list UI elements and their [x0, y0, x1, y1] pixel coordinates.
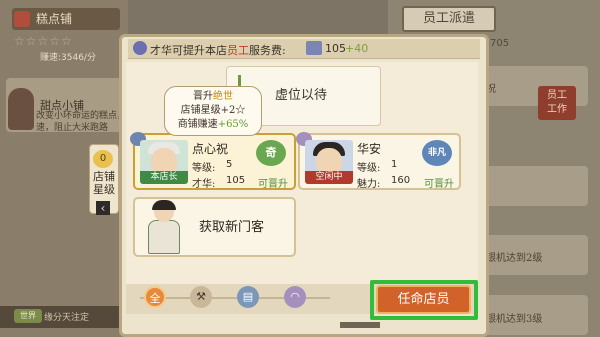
charm-value: 160 [391, 175, 411, 186]
level-value: 1 [391, 159, 398, 170]
staff-name: 华安 [357, 142, 382, 156]
story-text: 改变小环命运的糕点， 速，阻止大米跑路 [36, 111, 127, 133]
talent-label: 才华: [192, 179, 216, 190]
scroll-icon[interactable]: ▤ [237, 286, 259, 308]
star-level-badge: 0 [93, 150, 113, 168]
shop-earn-speed: 赚速:3546/分 [40, 53, 96, 63]
hammer-icon[interactable]: ⚒ [190, 286, 212, 308]
talent-hint: 才华可提升本店员工服务费: [150, 44, 286, 57]
tooltip-line-rank: 晋升绝世 [193, 91, 233, 102]
book-icon [306, 41, 322, 55]
promotion-tooltip: 晋升绝世 店铺星级+2☆ 商铺赚速+65% [164, 86, 262, 136]
worker-button[interactable]: 员工 工作 [538, 86, 576, 120]
dispatch-title: 员工派遣 [402, 6, 496, 32]
chat-channel-tag: 世界 [14, 309, 42, 323]
status-tag: 空闲中 [305, 171, 353, 184]
level-value: 5 [226, 159, 233, 170]
info-icon [133, 41, 147, 55]
avatar: 本店长 [140, 140, 188, 184]
filter-all-button[interactable]: 全 [144, 286, 166, 308]
guest-figure [142, 200, 186, 260]
chevron-left-icon[interactable]: ‹ [96, 201, 110, 215]
tooltip-line-stars: 店铺星级+2☆ [180, 105, 246, 116]
vacant-slot-label: 虚位以待 [275, 88, 328, 103]
character-portrait [8, 88, 34, 130]
promotable-label[interactable]: 可晋升 [258, 175, 288, 190]
level-label: 等级: [357, 163, 381, 174]
level-label: 等级: [192, 163, 216, 174]
service-fee-value: 105 [325, 42, 346, 55]
role-tag: 本店长 [140, 171, 188, 184]
charm-label: 魅力: [357, 179, 381, 190]
figure-body [148, 220, 180, 254]
tooltip-line-speed: 商铺赚速+65% [177, 119, 249, 130]
frame-ornament [340, 322, 380, 328]
shop-icon [14, 11, 30, 27]
appoint-staff-button[interactable]: 任命店员 [376, 285, 471, 314]
staff-name: 点心祝 [192, 142, 229, 156]
recruit-label: 获取新门客 [199, 220, 265, 235]
promotable-label[interactable]: 可晋升 [424, 175, 454, 190]
avatar: 空闲中 [305, 140, 353, 184]
talent-value: 105 [226, 175, 246, 186]
star-level-label: 店铺星级 [93, 170, 115, 196]
rarity-stamp: 非凡 [422, 140, 452, 166]
figure-hair [152, 200, 176, 210]
rarity-stamp: 奇 [256, 140, 286, 166]
shop-stars: ☆☆☆☆☆ [14, 34, 73, 48]
chat-message: 缘分天注定 [44, 313, 90, 323]
service-fee-bonus: +40 [345, 42, 369, 55]
fan-icon[interactable]: ◠ [284, 286, 306, 308]
dispatch-count: 705 [490, 38, 510, 49]
